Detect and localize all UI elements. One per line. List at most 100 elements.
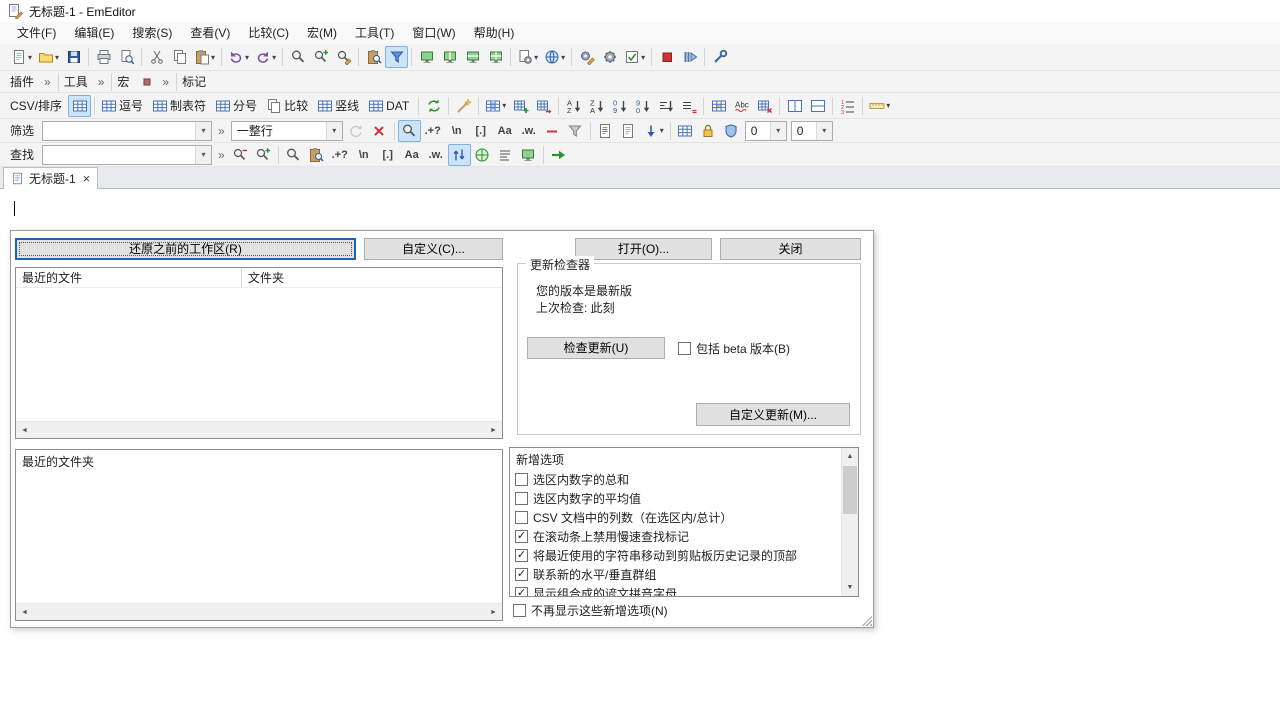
menu-item-1[interactable]: 编辑(E) xyxy=(65,22,123,44)
find-regex-toggle[interactable]: .+? xyxy=(328,144,352,166)
toolbar-overflow-chevron-icon[interactable]: » xyxy=(162,75,169,89)
new-option-checkbox-2[interactable]: CSV 文档中的列数（在选区内/总计） xyxy=(510,508,841,527)
csv-tab-icon[interactable]: 制表符 xyxy=(149,95,212,117)
new-option-checkbox-5[interactable]: ✓联系新的水平/垂直群组 xyxy=(510,565,841,584)
find-icon[interactable] xyxy=(286,46,309,68)
scroll-track[interactable] xyxy=(33,422,485,438)
filter-escape-toggle[interactable]: \n xyxy=(445,120,469,142)
restore-workspace-button[interactable]: 还原之前的工作区(R) xyxy=(15,238,356,260)
encoding-icon[interactable]: ▾ xyxy=(541,46,568,68)
menu-item-2[interactable]: 搜索(S) xyxy=(123,22,181,44)
column-header-recent-files[interactable]: 最近的文件 xyxy=(16,268,242,287)
new-file-icon[interactable]: ▾ xyxy=(8,46,35,68)
window-layout-single-icon[interactable] xyxy=(415,46,438,68)
recent-folders-list[interactable]: 最近的文件夹 ◄ ► xyxy=(15,449,503,621)
csv-compare-icon[interactable]: 比较 xyxy=(263,95,314,117)
replace-icon[interactable] xyxy=(332,46,355,68)
new-option-checkbox-1[interactable]: 选区内数字的平均值 xyxy=(510,489,841,508)
menu-item-0[interactable]: 文件(F) xyxy=(8,22,65,44)
undo-icon[interactable]: ▾ xyxy=(225,46,252,68)
chevron-down-icon[interactable]: ▾ xyxy=(816,122,832,140)
filter-document-icon[interactable] xyxy=(594,120,617,142)
copy-icon[interactable] xyxy=(168,46,191,68)
tab-close-icon[interactable]: × xyxy=(83,171,91,186)
apply-filter-icon[interactable] xyxy=(398,120,421,142)
toolbar-overflow-chevron-icon[interactable]: » xyxy=(44,75,51,89)
filter-scope-select[interactable]: 一整行▾ xyxy=(231,121,343,141)
csv-pipe-icon[interactable]: 竖线 xyxy=(314,95,365,117)
scroll-right-icon[interactable]: ► xyxy=(485,422,502,438)
refresh-filter-icon[interactable] xyxy=(345,120,368,142)
filter-extract-icon[interactable] xyxy=(617,120,640,142)
scroll-left-icon[interactable]: ◄ xyxy=(16,604,33,620)
paste-icon[interactable]: ▾ xyxy=(191,46,218,68)
external-tools-icon[interactable] xyxy=(708,46,731,68)
dont-show-checkbox[interactable]: 不再显示这些新增选项(N) xyxy=(513,602,668,619)
toolbar-overflow-chevron-icon[interactable]: » xyxy=(218,124,225,138)
csv-mode-toggle-icon[interactable] xyxy=(68,95,91,117)
filter-range-toggle[interactable]: [.] xyxy=(469,120,493,142)
find-range-toggle[interactable]: [.] xyxy=(376,144,400,166)
csv-comma-icon[interactable]: 逗号 xyxy=(98,95,149,117)
cut-icon[interactable] xyxy=(145,46,168,68)
new-option-checkbox-0[interactable]: 选区内数字的总和 xyxy=(510,470,841,489)
filter-column-count-value[interactable]: 0 xyxy=(792,124,816,138)
find-prev-icon[interactable] xyxy=(229,144,252,166)
window-layout-hsplit-icon[interactable] xyxy=(461,46,484,68)
insert-column-icon[interactable] xyxy=(509,95,532,117)
filter-scope-select-value[interactable]: 一整行 xyxy=(232,122,326,139)
scroll-track[interactable] xyxy=(33,604,485,620)
run-macro-icon[interactable] xyxy=(678,46,701,68)
new-option-checkbox-4[interactable]: ✓将最近使用的字符串移动到剪贴板历史记录的顶部 xyxy=(510,546,841,565)
insert-numbering-icon[interactable]: 123 xyxy=(836,95,859,117)
menu-item-3[interactable]: 查看(V) xyxy=(181,22,239,44)
tab-untitled[interactable]: 无标题-1 × xyxy=(3,167,98,189)
column-header-folder[interactable]: 文件夹 xyxy=(242,268,502,287)
macro-record-icon[interactable] xyxy=(135,71,158,93)
spellcheck-icon[interactable]: Abc xyxy=(730,95,753,117)
customize-updates-button[interactable]: 自定义更新(M)... xyxy=(696,403,850,426)
new-option-checkbox-6[interactable]: ✓显示组合成的谚文拼音字母 xyxy=(510,584,841,597)
lock-icon[interactable] xyxy=(697,120,720,142)
find-input[interactable]: ▾ xyxy=(42,145,212,165)
include-beta-checkbox[interactable]: 包括 beta 版本(B) xyxy=(678,340,790,357)
sort-num-asc-icon[interactable]: 09 xyxy=(608,95,631,117)
record-macro-icon[interactable] xyxy=(655,46,678,68)
paste-to-find-icon[interactable] xyxy=(305,144,328,166)
new-options-list[interactable]: 新增选项 选区内数字的总和选区内数字的平均值CSV 文档中的列数（在选区内/总计… xyxy=(509,447,859,597)
clipboard-history-icon[interactable] xyxy=(362,46,385,68)
negative-filter-icon[interactable] xyxy=(541,120,564,142)
filter-heading-count-value[interactable]: 0 xyxy=(746,124,770,138)
print-icon[interactable] xyxy=(92,46,115,68)
sort-za-icon[interactable]: ZA xyxy=(585,95,608,117)
menu-item-6[interactable]: 工具(T) xyxy=(346,22,403,44)
filter-column-count[interactable]: 0▾ xyxy=(791,121,833,141)
filter-word-toggle[interactable]: .w. xyxy=(517,120,541,142)
validate-csv-icon[interactable] xyxy=(753,95,776,117)
csv-convert-icon[interactable] xyxy=(422,95,445,117)
open-file-icon[interactable]: ▾ xyxy=(35,46,62,68)
horizontal-scrollbar[interactable]: ◄ ► xyxy=(16,421,502,438)
window-layout-vsplit-icon[interactable] xyxy=(438,46,461,68)
filter-options-icon[interactable] xyxy=(564,120,587,142)
filter-regex-toggle[interactable]: .+? xyxy=(421,120,445,142)
redo-icon[interactable]: ▾ xyxy=(252,46,279,68)
protect-columns-icon[interactable] xyxy=(720,120,743,142)
select-column-icon[interactable]: ▾ xyxy=(482,95,509,117)
print-preview-icon[interactable] xyxy=(115,46,138,68)
highlight-matches-icon[interactable] xyxy=(517,144,540,166)
cell-select-mode-icon[interactable] xyxy=(707,95,730,117)
combine-lines-icon[interactable] xyxy=(806,95,829,117)
menu-item-7[interactable]: 窗口(W) xyxy=(403,22,464,44)
customize-button[interactable]: 自定义(C)... xyxy=(364,238,503,260)
toolbar-overflow-chevron-icon[interactable]: » xyxy=(218,148,225,162)
csv-semicolon-icon[interactable]: 分号 xyxy=(212,95,263,117)
chevron-down-icon[interactable]: ▾ xyxy=(770,122,786,140)
menu-item-8[interactable]: 帮助(H) xyxy=(465,22,524,44)
menu-item-5[interactable]: 宏(M) xyxy=(298,22,346,44)
search-wrap-icon[interactable] xyxy=(471,144,494,166)
new-option-checkbox-3[interactable]: ✓在滚动条上禁用慢速查找标记 xyxy=(510,527,841,546)
chevron-down-icon[interactable]: ▾ xyxy=(195,146,211,164)
properties-icon[interactable] xyxy=(598,46,621,68)
find-next-icon[interactable] xyxy=(309,46,332,68)
